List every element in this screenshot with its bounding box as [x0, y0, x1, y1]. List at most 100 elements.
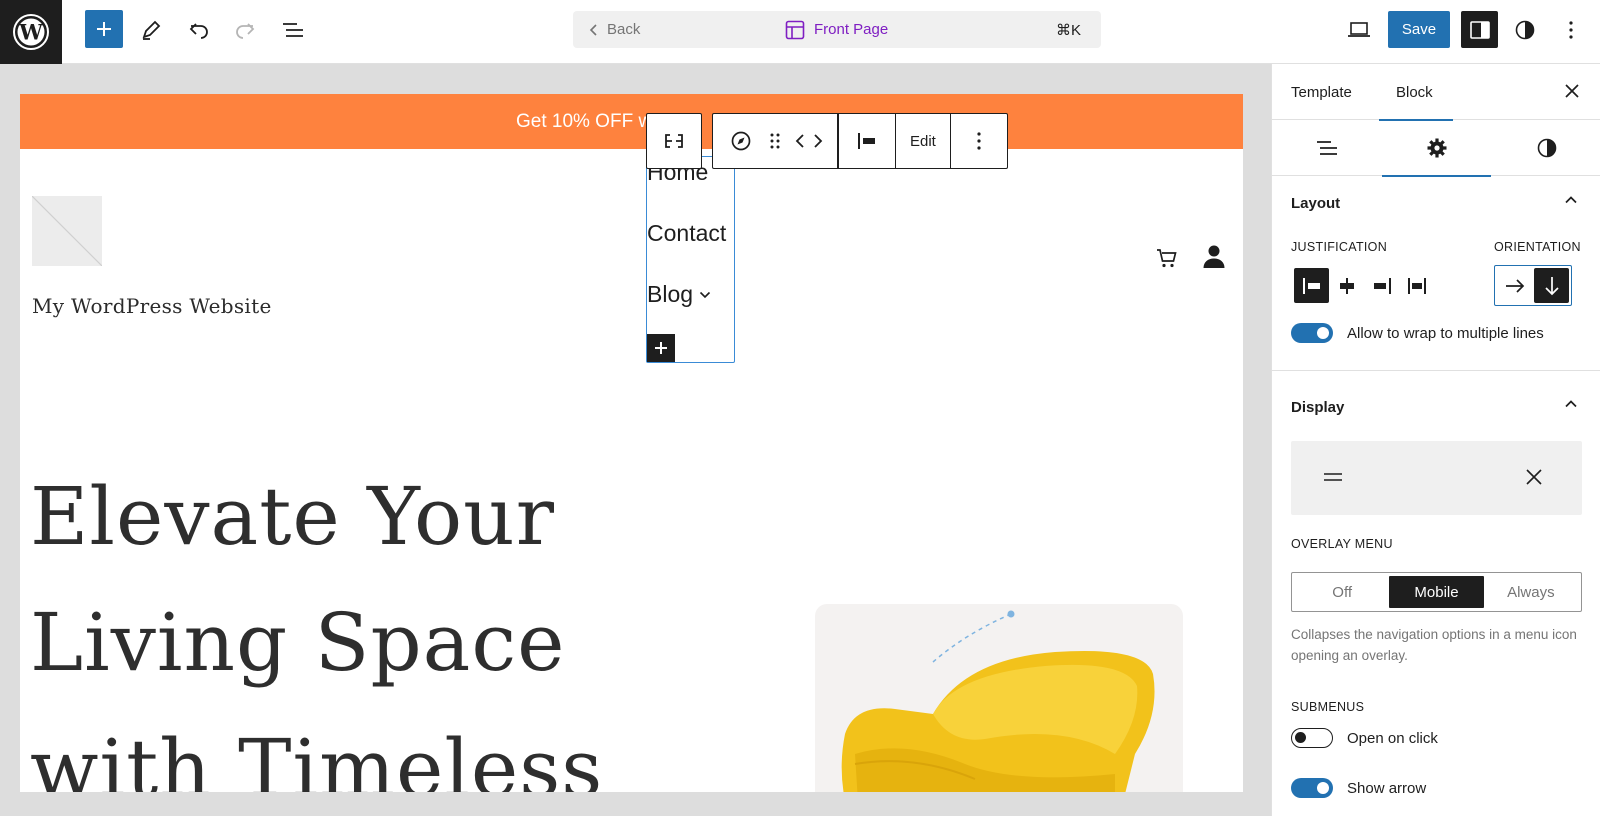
- arrow-down-icon: [1544, 276, 1559, 295]
- justify-left-icon: [857, 133, 875, 149]
- user-icon: [1203, 245, 1225, 268]
- parent-block-selector[interactable]: [646, 113, 702, 169]
- tab-template[interactable]: Template: [1291, 64, 1352, 120]
- wordpress-logo-button[interactable]: W: [0, 0, 62, 64]
- undo-icon: [189, 23, 208, 39]
- nav-item-label: Contact: [647, 220, 727, 246]
- hero-heading[interactable]: Elevate Your Living Space with Timeless: [30, 454, 603, 792]
- document-overview-button[interactable]: [274, 11, 312, 49]
- back-label: Back: [607, 21, 641, 38]
- styles-button[interactable]: [1506, 11, 1544, 49]
- close-sidebar-button[interactable]: [1561, 80, 1583, 102]
- editor-topbar: W Back Front Page ⌘K Save: [0, 0, 1600, 64]
- tab-block[interactable]: Block: [1379, 64, 1453, 121]
- open-on-click-label: Open on click: [1347, 729, 1438, 747]
- promo-banner[interactable]: Get 10% OFF with c: [20, 94, 1243, 149]
- save-button[interactable]: Save: [1388, 11, 1450, 48]
- orientation-vertical-button[interactable]: [1534, 268, 1569, 303]
- show-arrow-toggle[interactable]: [1291, 778, 1333, 798]
- overlay-help-text: Collapses the navigation options in a me…: [1291, 627, 1577, 663]
- site-logo-placeholder[interactable]: [32, 196, 102, 266]
- block-inspector-tabs: [1272, 120, 1600, 177]
- chevron-left-right-icon: [795, 134, 823, 148]
- mini-cart-button[interactable]: [1155, 246, 1179, 270]
- layout-panel-title[interactable]: Layout: [1291, 195, 1340, 212]
- show-arrow-label: Show arrow: [1347, 779, 1427, 797]
- display-panel-title[interactable]: Display: [1291, 399, 1344, 416]
- keyboard-shortcut: ⌘K: [1055, 21, 1081, 39]
- justify-left-button[interactable]: [1294, 268, 1329, 303]
- overlay-option-mobile[interactable]: Mobile: [1389, 576, 1484, 608]
- nav-item-contact[interactable]: Contact: [647, 220, 726, 247]
- close-icon: [1565, 84, 1579, 98]
- panel-divider: [1272, 370, 1600, 371]
- gear-icon: [1427, 138, 1446, 158]
- nav-item-blog[interactable]: Blog: [647, 281, 711, 308]
- add-nav-item-button[interactable]: [647, 334, 675, 362]
- customer-account-button[interactable]: [1202, 244, 1226, 270]
- display-panel-toggle[interactable]: [1564, 397, 1578, 411]
- tab-styles[interactable]: [1492, 120, 1600, 176]
- justify-space-between-button[interactable]: [1399, 268, 1434, 303]
- navigation-block[interactable]: Home Contact Blog: [646, 156, 735, 363]
- wrap-toggle[interactable]: [1291, 323, 1333, 343]
- command-bar[interactable]: Back Front Page ⌘K: [573, 11, 1101, 48]
- open-on-click-toggle[interactable]: [1291, 728, 1333, 748]
- contrast-icon: [1537, 138, 1556, 158]
- logo-placeholder-icon: [32, 196, 102, 266]
- edit-button[interactable]: Edit: [896, 114, 950, 168]
- block-inserter-button[interactable]: [85, 10, 123, 48]
- list-view-icon: [1316, 141, 1337, 155]
- tab-list-view[interactable]: [1272, 120, 1381, 176]
- undo-button[interactable]: [180, 11, 218, 49]
- orientation-horizontal-button[interactable]: [1497, 268, 1532, 303]
- navigation-link-type-button[interactable]: [713, 114, 769, 168]
- settings-sidebar-toggle[interactable]: [1461, 11, 1498, 48]
- submenus-label: SUBMENUS: [1291, 700, 1365, 714]
- justify-right-button[interactable]: [1364, 268, 1399, 303]
- site-title[interactable]: My WordPress Website: [32, 294, 272, 318]
- svg-text:W: W: [18, 20, 43, 45]
- yellow-chair-image: [841, 610, 1155, 792]
- nav-item-label: Blog: [647, 281, 694, 307]
- orientation-control: [1494, 265, 1572, 306]
- compass-icon: [731, 131, 751, 151]
- show-arrow-row[interactable]: Show arrow: [1291, 778, 1426, 798]
- redo-button[interactable]: [226, 11, 264, 49]
- justify-center-button[interactable]: [1329, 268, 1364, 303]
- justification-toolbar-button[interactable]: [839, 114, 895, 168]
- tab-settings[interactable]: [1382, 120, 1491, 177]
- list-view-icon: [283, 23, 303, 37]
- overlay-option-off[interactable]: Off: [1295, 576, 1389, 608]
- back-link[interactable]: Back: [589, 11, 640, 48]
- tools-button[interactable]: [132, 11, 170, 49]
- orientation-label: ORIENTATION: [1494, 240, 1581, 254]
- justify-right-icon: [1373, 277, 1391, 294]
- options-menu-button[interactable]: [1552, 11, 1590, 49]
- preview-device-button[interactable]: [1340, 11, 1378, 49]
- drag-handle[interactable]: [769, 114, 781, 168]
- chevron-up-icon: [1565, 400, 1577, 408]
- move-buttons[interactable]: [781, 114, 837, 168]
- document-title[interactable]: Front Page: [785, 11, 888, 48]
- editor-canvas-area: Get 10% OFF with c My WordPress Website …: [0, 64, 1271, 816]
- contrast-icon: [1515, 20, 1535, 40]
- layout-panel-toggle[interactable]: [1564, 193, 1578, 207]
- overlay-menu-preview: [1291, 441, 1582, 515]
- navigation-block-icon-button[interactable]: [647, 114, 700, 168]
- page-canvas[interactable]: Get 10% OFF with c My WordPress Website …: [20, 94, 1243, 792]
- cart-icon: [1157, 249, 1177, 268]
- laptop-icon: [1348, 22, 1370, 37]
- block-options-button[interactable]: [951, 114, 1007, 168]
- hero-line: with Timeless: [30, 722, 604, 792]
- overlay-menu-control: Off Mobile Always: [1291, 572, 1582, 612]
- hero-line: Elevate Your: [30, 470, 555, 563]
- overlay-option-always[interactable]: Always: [1484, 576, 1578, 608]
- open-on-click-row[interactable]: Open on click: [1291, 728, 1438, 748]
- hero-image[interactable]: [815, 604, 1183, 792]
- wrap-toggle-label: Allow to wrap to multiple lines: [1347, 324, 1544, 342]
- wrap-toggle-row[interactable]: Allow to wrap to multiple lines: [1291, 323, 1544, 343]
- more-vertical-icon: [977, 132, 981, 150]
- justification-label: JUSTIFICATION: [1291, 240, 1388, 254]
- pencil-icon: [142, 20, 161, 40]
